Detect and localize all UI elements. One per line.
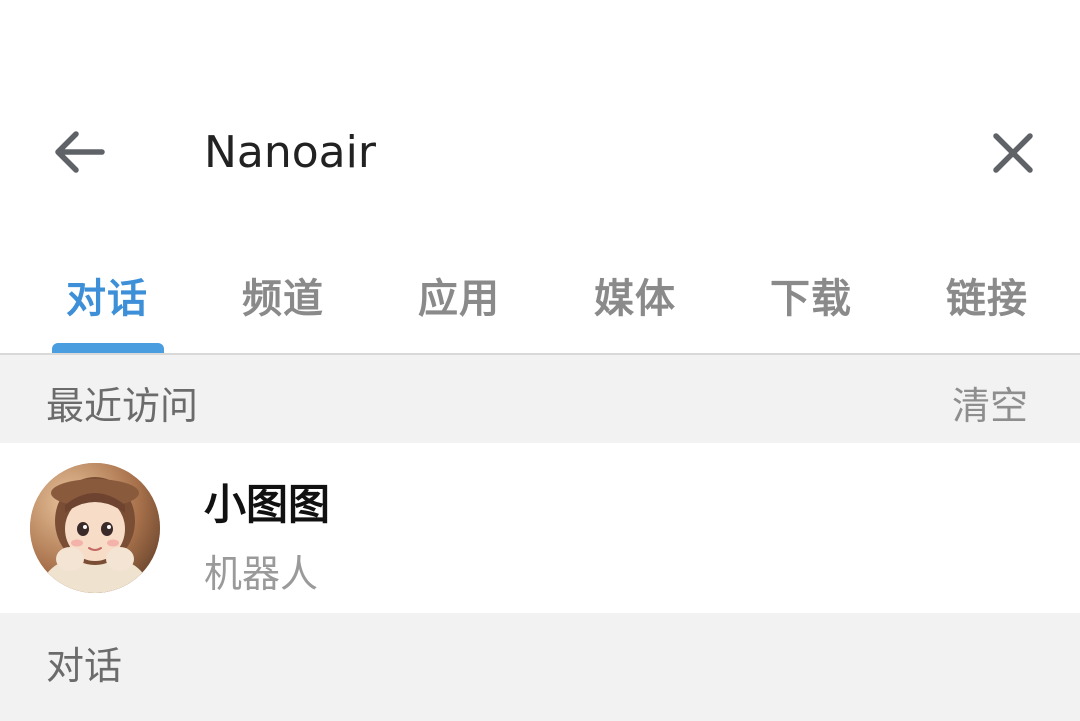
clear-search-button[interactable] — [982, 122, 1044, 184]
item-subtitle: 机器人 — [204, 552, 319, 596]
recent-section-header: 最近访问 清空 — [0, 355, 1080, 443]
tab-downloads[interactable]: 下载 — [770, 266, 852, 324]
tab-links[interactable]: 链接 — [946, 266, 1028, 324]
search-bar — [0, 100, 1080, 204]
conversations-section-header: 对话 — [0, 613, 1080, 721]
list-item[interactable]: 小图图 机器人 — [0, 443, 1080, 613]
search-page: 对话 频道 应用 媒体 下载 链接 最近访问 清空 — [0, 0, 1080, 721]
recent-section-title: 最近访问 — [46, 384, 199, 428]
item-name: 小图图 — [204, 480, 331, 529]
tab-media[interactable]: 媒体 — [594, 266, 676, 324]
close-icon — [993, 133, 1033, 173]
conversations-section-title: 对话 — [46, 644, 123, 688]
search-input[interactable] — [204, 118, 924, 186]
tab-bar: 对话 频道 应用 媒体 下载 链接 — [0, 236, 1080, 354]
tab-conversations[interactable]: 对话 — [66, 266, 148, 324]
tab-apps[interactable]: 应用 — [418, 266, 500, 324]
avatar-image — [30, 463, 160, 593]
arrow-left-icon — [55, 131, 105, 173]
avatar — [30, 463, 160, 593]
back-button[interactable] — [44, 122, 114, 182]
tab-channels[interactable]: 频道 — [242, 266, 324, 324]
clear-history-button[interactable]: 清空 — [952, 375, 1028, 430]
